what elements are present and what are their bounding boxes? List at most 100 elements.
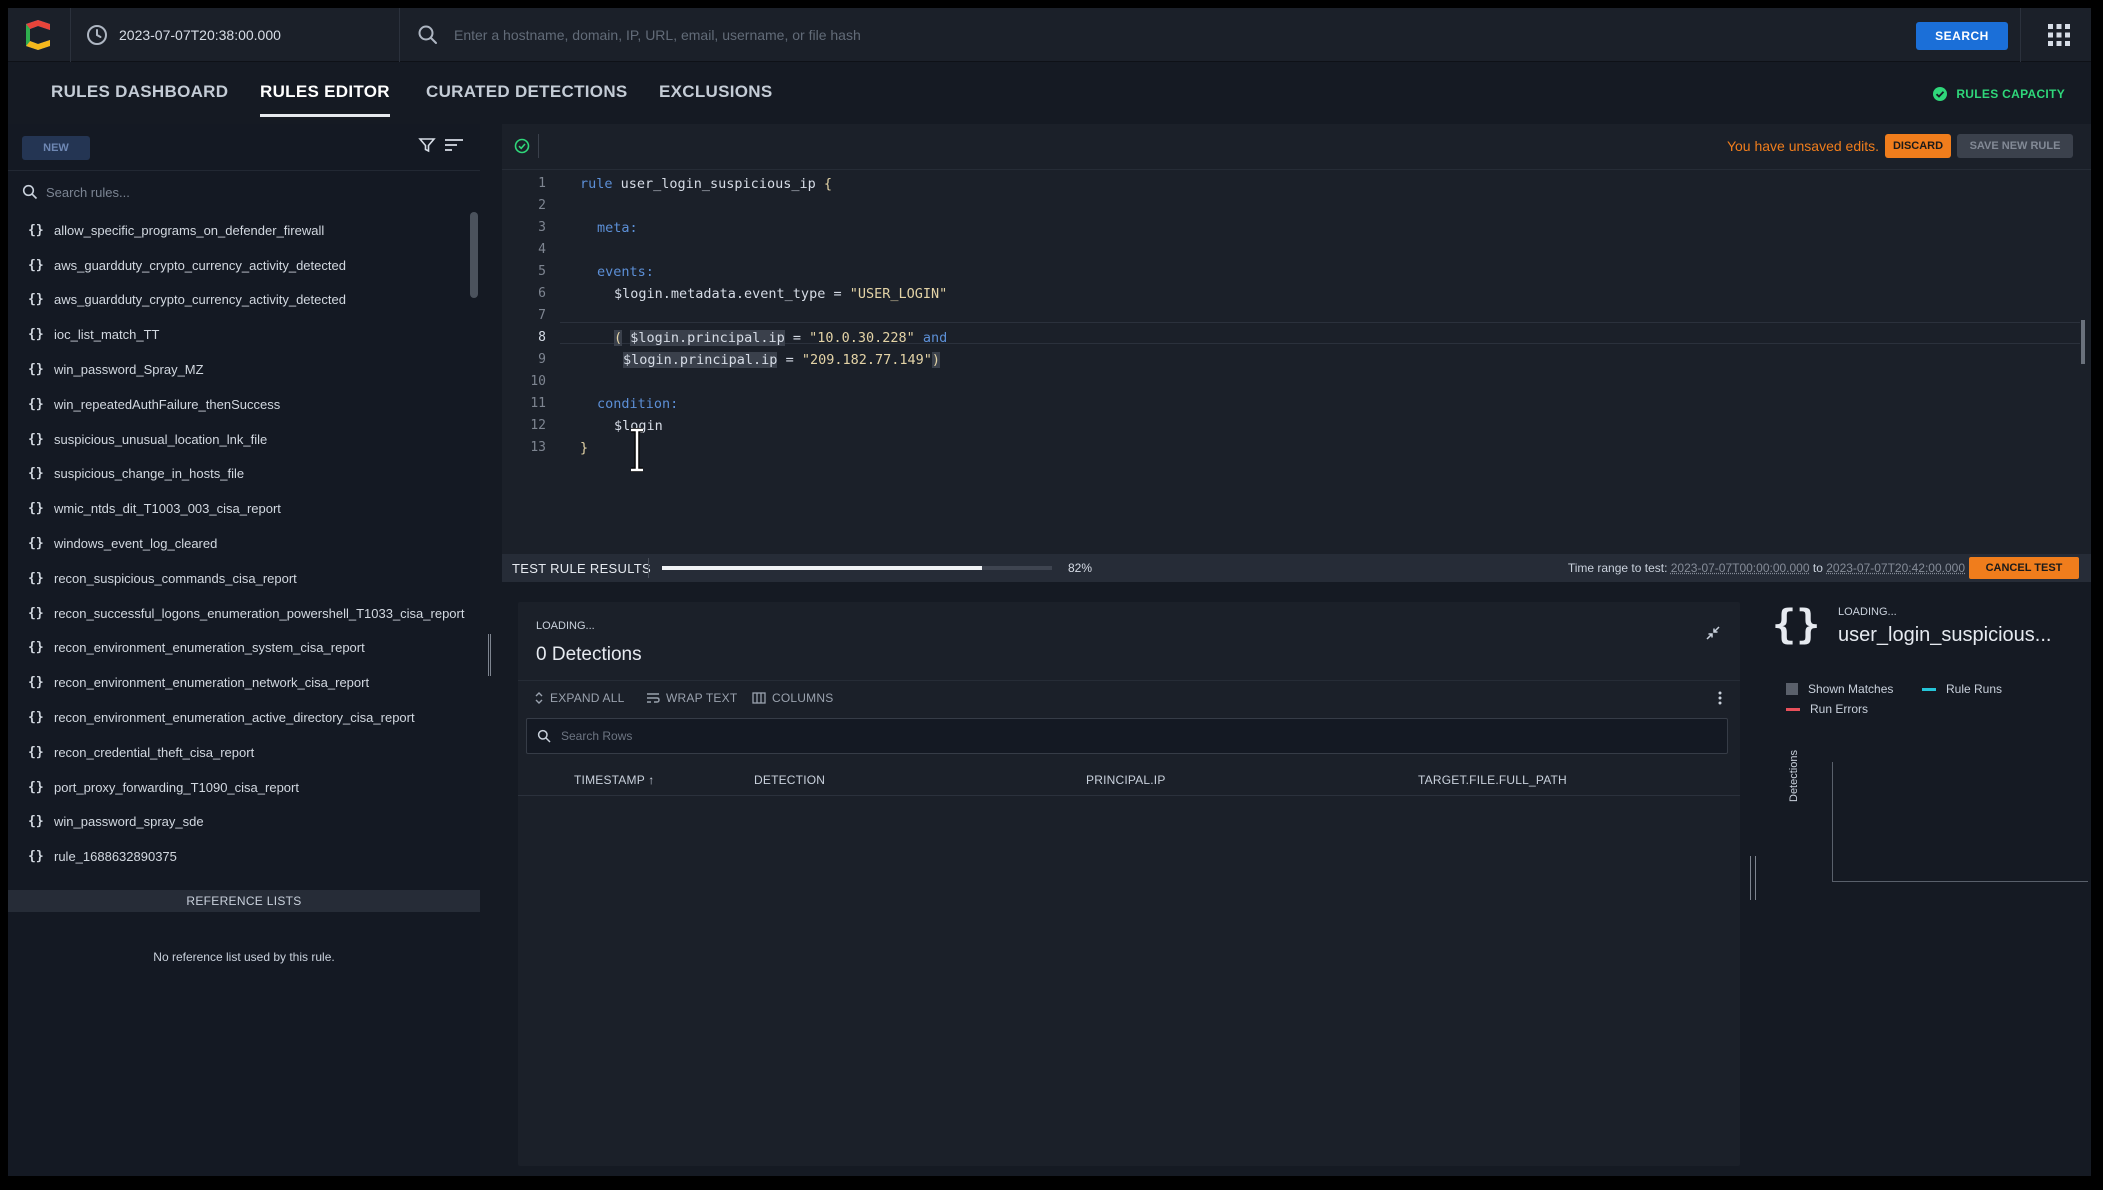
rule-name: recon_successful_logons_enumeration_powe… (54, 605, 465, 621)
apps-grid-icon[interactable] (2046, 22, 2072, 48)
discard-button[interactable]: DISCARD (1885, 134, 1951, 158)
list-item[interactable]: {} win_repeatedAuthFailure_thenSuccess (8, 387, 468, 422)
rule-search-input[interactable] (46, 184, 446, 200)
code-section: condition: (597, 396, 679, 412)
column-header-target-file-path[interactable]: TARGET.FILE.FULL_PATH (1418, 773, 1567, 787)
code-variable: $login.metadata.event_type (614, 286, 826, 302)
time-range-end[interactable]: 2023-07-07T20:42:00.000 (1826, 561, 1965, 575)
list-item[interactable]: {} recon_credential_theft_cisa_report (8, 735, 468, 770)
list-item[interactable]: {} recon_environment_enumeration_network_… (8, 665, 468, 700)
more-options-icon[interactable] (1718, 691, 1722, 705)
columns-button[interactable]: COLUMNS (752, 691, 833, 705)
list-item[interactable]: {} recon_environment_enumeration_system_c… (8, 631, 468, 666)
rule-name: port_proxy_forwarding_T1090_cisa_report (54, 779, 299, 795)
sidebar-resize-handle[interactable] (480, 124, 500, 1176)
time-range-start[interactable]: 2023-07-07T00:00:00.000 (1671, 561, 1810, 575)
list-item[interactable]: {} win_password_spray_sde (8, 805, 468, 840)
collapse-icon[interactable] (1706, 626, 1720, 640)
rule-name: win_repeatedAuthFailure_thenSuccess (54, 396, 281, 412)
rules-capacity-link[interactable]: RULES CAPACITY (1932, 86, 2065, 102)
list-item[interactable]: {} win_password_Spray_MZ (8, 352, 468, 387)
columns-label: COLUMNS (772, 691, 834, 705)
list-item[interactable]: {} ioc_list_match_TT (8, 317, 468, 352)
rule-brace-icon: {} (28, 640, 44, 656)
chronicle-logo-icon[interactable] (22, 18, 54, 52)
list-item[interactable]: {} recon_environment_enumeration_active_d… (8, 700, 468, 735)
detections-table-header: TIMESTAMP ↑ DETECTION PRINCIPAL.IP TARGE… (518, 760, 1740, 796)
column-header-label: TIMESTAMP (574, 773, 645, 787)
code-operator: = (784, 330, 810, 346)
check-circle-icon (1933, 87, 1948, 101)
list-item[interactable]: {} aws_guardduty_crypto_currency_activity… (8, 283, 468, 318)
rule-brace-icon: {} (28, 292, 44, 308)
line-number: 7 (538, 308, 546, 323)
datetime-selector[interactable]: 2023-07-07T20:38:00.000 (70, 8, 400, 62)
rule-list-scrollbar[interactable] (470, 212, 478, 298)
save-new-rule-button[interactable]: SAVE NEW RULE (1957, 134, 2073, 158)
list-item[interactable]: {} port_proxy_forwarding_T1090_cisa_repor… (8, 770, 468, 805)
column-header-timestamp[interactable]: TIMESTAMP ↑ (574, 773, 654, 787)
divider (8, 170, 480, 171)
rule-name: recon_environment_enumeration_network_ci… (54, 675, 370, 691)
line-number: 2 (538, 198, 546, 213)
test-progress-bar (662, 566, 1052, 570)
code-line: ( $login.principal.ip = "10.0.30.228" an… (614, 330, 947, 346)
search-button[interactable]: SEARCH (1916, 22, 2008, 50)
unsaved-edits-message: You have unsaved edits. (1726, 138, 1879, 154)
list-item[interactable]: {} recon_successful_logons_enumeration_po… (8, 596, 468, 631)
code-keyword: and (914, 330, 948, 346)
list-item[interactable]: {} wmic_ntds_dit_T1003_003_cisa_report (8, 491, 468, 526)
list-item[interactable]: {} suspicious_change_in_hosts_file (8, 457, 468, 492)
datetime-value: 2023-07-07T20:38:00.000 (119, 27, 281, 43)
list-item[interactable]: {} recon_suspicious_commands_cisa_report (8, 561, 468, 596)
list-item[interactable]: {} allow_specific_programs_on_defender_fi… (8, 213, 468, 248)
filter-icon[interactable] (418, 136, 436, 154)
row-search-input[interactable] (561, 729, 1661, 743)
code-editor[interactable]: 1 2 3 4 5 6 7 8 9 10 11 12 13 rule user_… (502, 170, 2091, 554)
test-results-area: LOADING... 0 Detections EXPAND ALL WRAP … (502, 582, 2091, 1176)
rule-brace-icon: {} (28, 327, 44, 343)
line-number: 6 (538, 286, 546, 301)
tab-rules-dashboard[interactable]: RULES DASHBOARD (51, 82, 228, 102)
sort-icon[interactable] (444, 137, 464, 153)
cancel-test-button[interactable]: CANCEL TEST (1969, 557, 2079, 579)
rule-editor: You have unsaved edits. DISCARD SAVE NEW… (502, 124, 2091, 554)
rule-name: win_password_spray_sde (54, 814, 204, 830)
code-operator: = (777, 352, 802, 368)
editor-scrollbar[interactable] (2081, 320, 2085, 364)
divider (538, 134, 539, 158)
rule-search (22, 178, 462, 206)
legend-label: Shown Matches (1808, 682, 1894, 696)
line-number: 1 (538, 176, 546, 191)
divider (648, 558, 649, 578)
list-item[interactable]: {} rule_1688632890375 (8, 839, 468, 874)
columns-icon (752, 692, 766, 704)
tab-rules-editor[interactable]: RULES EDITOR (260, 82, 390, 117)
column-header-principal-ip[interactable]: PRINCIPAL.IP (1086, 773, 1166, 787)
line-number: 9 (538, 352, 546, 367)
results-resize-handle[interactable] (1750, 856, 1756, 900)
rule-brace-icon: {} (28, 675, 44, 691)
list-item[interactable]: {} aws_guardduty_crypto_currency_activity… (8, 248, 468, 283)
line-number: 11 (530, 396, 546, 411)
tab-curated-detections[interactable]: CURATED DETECTIONS (426, 82, 628, 102)
time-range-label: Time range to test: (1567, 561, 1671, 575)
list-item[interactable]: {} windows_event_log_cleared (8, 526, 468, 561)
test-progress-percent: 82% (1068, 561, 1093, 575)
code-string: "209.182.77.149" (801, 352, 932, 368)
rule-brace-icon: {} (28, 466, 44, 482)
rule-list: {} allow_specific_programs_on_defender_fi… (8, 213, 468, 883)
rule-brace-icon: {} (28, 536, 44, 552)
rule-brace-icon: {} (28, 605, 44, 621)
rule-name: allow_specific_programs_on_defender_fire… (54, 222, 325, 238)
progress-fill (662, 566, 982, 570)
global-search-input[interactable] (454, 22, 1454, 48)
line-number: 3 (538, 220, 546, 235)
expand-all-button[interactable]: EXPAND ALL (534, 691, 624, 705)
wrap-text-button[interactable]: WRAP TEXT (646, 691, 737, 705)
new-rule-button[interactable]: NEW (22, 136, 90, 160)
list-item[interactable]: {} suspicious_unusual_location_lnk_file (8, 422, 468, 457)
tab-exclusions[interactable]: EXCLUSIONS (659, 82, 773, 102)
rule-brace-icon: {} (28, 570, 44, 586)
column-header-detection[interactable]: DETECTION (754, 773, 825, 787)
